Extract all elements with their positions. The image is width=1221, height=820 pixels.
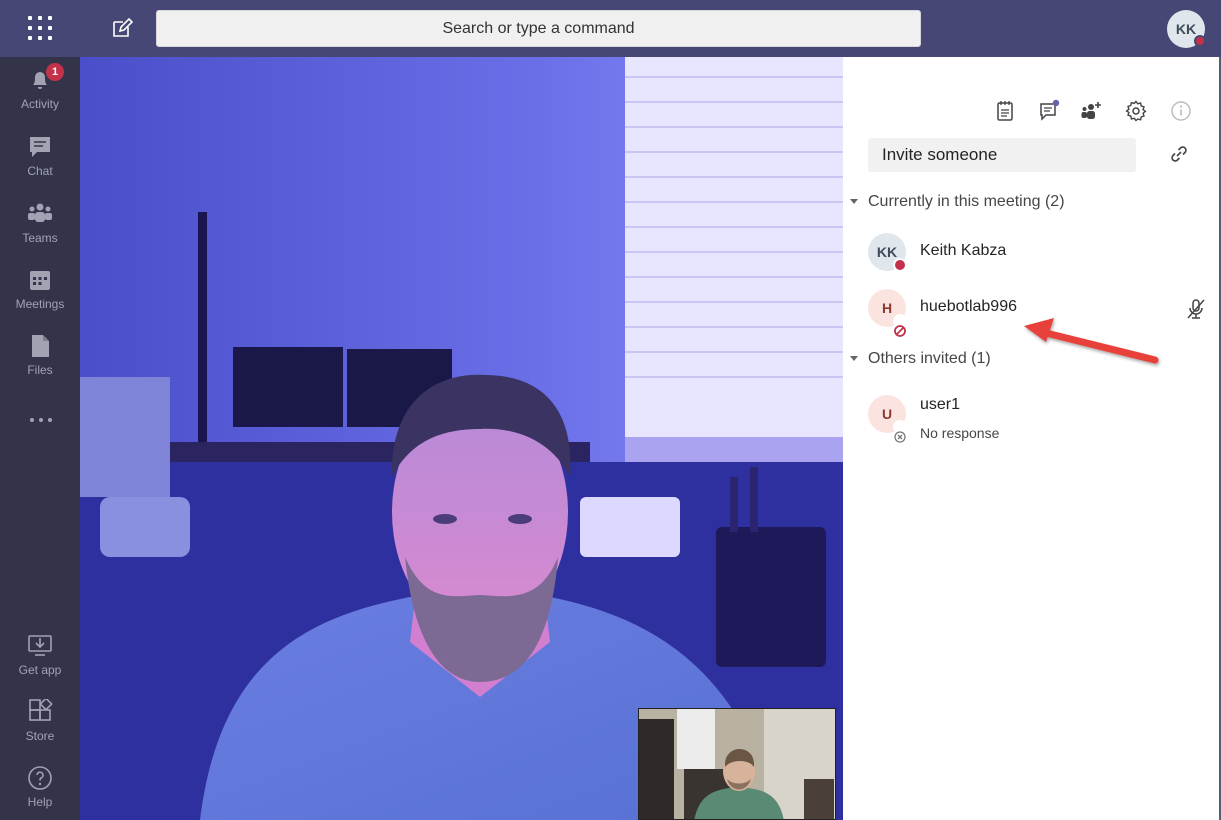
rail-item-teams[interactable]: Teams [0, 201, 80, 261]
rail-item-store[interactable]: Store [0, 699, 80, 759]
chevron-down-icon [850, 199, 858, 205]
rail-label: Meetings [15, 297, 65, 311]
participants-panel: Invite someone Currently in this meeting… [843, 57, 1221, 820]
copy-link-icon[interactable] [1168, 143, 1190, 165]
busy-status-icon [893, 258, 907, 272]
show-conversation-icon[interactable] [1037, 99, 1061, 123]
new-chat-compose-icon[interactable] [110, 16, 134, 40]
chevron-down-icon [850, 356, 858, 362]
rail-item-chat[interactable]: Chat [0, 134, 80, 194]
section-title: Others invited (1) [868, 350, 991, 367]
info-icon[interactable] [1169, 99, 1193, 123]
rail-label: Teams [22, 231, 58, 245]
section-title: Currently in this meeting (2) [868, 193, 1065, 210]
calendar-icon [30, 271, 50, 290]
avatar: KK [868, 233, 907, 272]
no-response-status-icon [893, 420, 907, 443]
avatar: U [868, 395, 907, 443]
rail-item-help[interactable]: Help [0, 765, 80, 820]
video-frame-image [80, 57, 843, 820]
avatar-initials: KK [876, 244, 898, 260]
self-video-image [639, 709, 835, 819]
profile-initials: KK [1175, 21, 1197, 37]
invite-someone-input[interactable]: Invite someone [868, 138, 1136, 172]
search-input[interactable]: Search or type a command [156, 10, 921, 47]
invitee-name: user1 [920, 396, 961, 413]
rail-item-get-app[interactable]: Get app [0, 633, 80, 693]
avatar: H [868, 289, 907, 337]
blocked-status-icon [893, 314, 907, 337]
rail-label: Activity [20, 97, 59, 111]
show-participants-icon[interactable] [1080, 99, 1104, 123]
teams-icon [28, 203, 52, 222]
top-bar: Search or type a command KK [0, 0, 1221, 57]
avatar-initials: U [881, 406, 893, 422]
rail-item-meetings[interactable]: Meetings [0, 267, 80, 327]
rail-item-files[interactable]: Files [0, 333, 80, 393]
participant-name: huebotlab996 [920, 298, 1017, 315]
remote-video-feed[interactable] [80, 57, 843, 820]
participant-row[interactable]: KK Keith Kabza [868, 233, 1208, 273]
activity-badge: 1 [46, 63, 64, 81]
settings-gear-icon[interactable] [1124, 99, 1148, 123]
invited-row[interactable]: U user1 No response [868, 395, 1208, 443]
rail-label: Store [25, 729, 55, 743]
meeting-notes-icon[interactable] [993, 99, 1017, 123]
app-launcher-icon[interactable] [28, 16, 52, 40]
rail-label: Help [27, 795, 53, 809]
rail-item-activity[interactable]: 1 Activity [0, 63, 80, 127]
more-apps-icon[interactable] [29, 415, 53, 425]
file-icon [32, 335, 49, 357]
annotation-arrow [1024, 318, 1159, 364]
self-video-preview[interactable] [638, 708, 836, 820]
rail-label: Get app [18, 663, 62, 677]
chat-icon [30, 137, 50, 157]
profile-avatar[interactable]: KK [1167, 10, 1206, 48]
rail-label: Chat [27, 164, 53, 178]
store-icon [29, 699, 53, 721]
rail-label: Files [27, 363, 53, 377]
section-current-meeting[interactable]: Currently in this meeting (2) [850, 193, 1065, 211]
busy-status-icon [1194, 35, 1206, 47]
participant-name: Keith Kabza [920, 242, 1007, 259]
avatar-initials: H [881, 300, 893, 316]
app-rail: 1 Activity Chat Teams Meetings Files Get… [0, 57, 80, 820]
microphone-muted-icon[interactable] [1184, 297, 1208, 321]
invitee-status: No response [920, 425, 1000, 441]
section-others-invited[interactable]: Others invited (1) [850, 350, 991, 368]
help-icon [28, 766, 52, 790]
download-icon [28, 635, 52, 656]
